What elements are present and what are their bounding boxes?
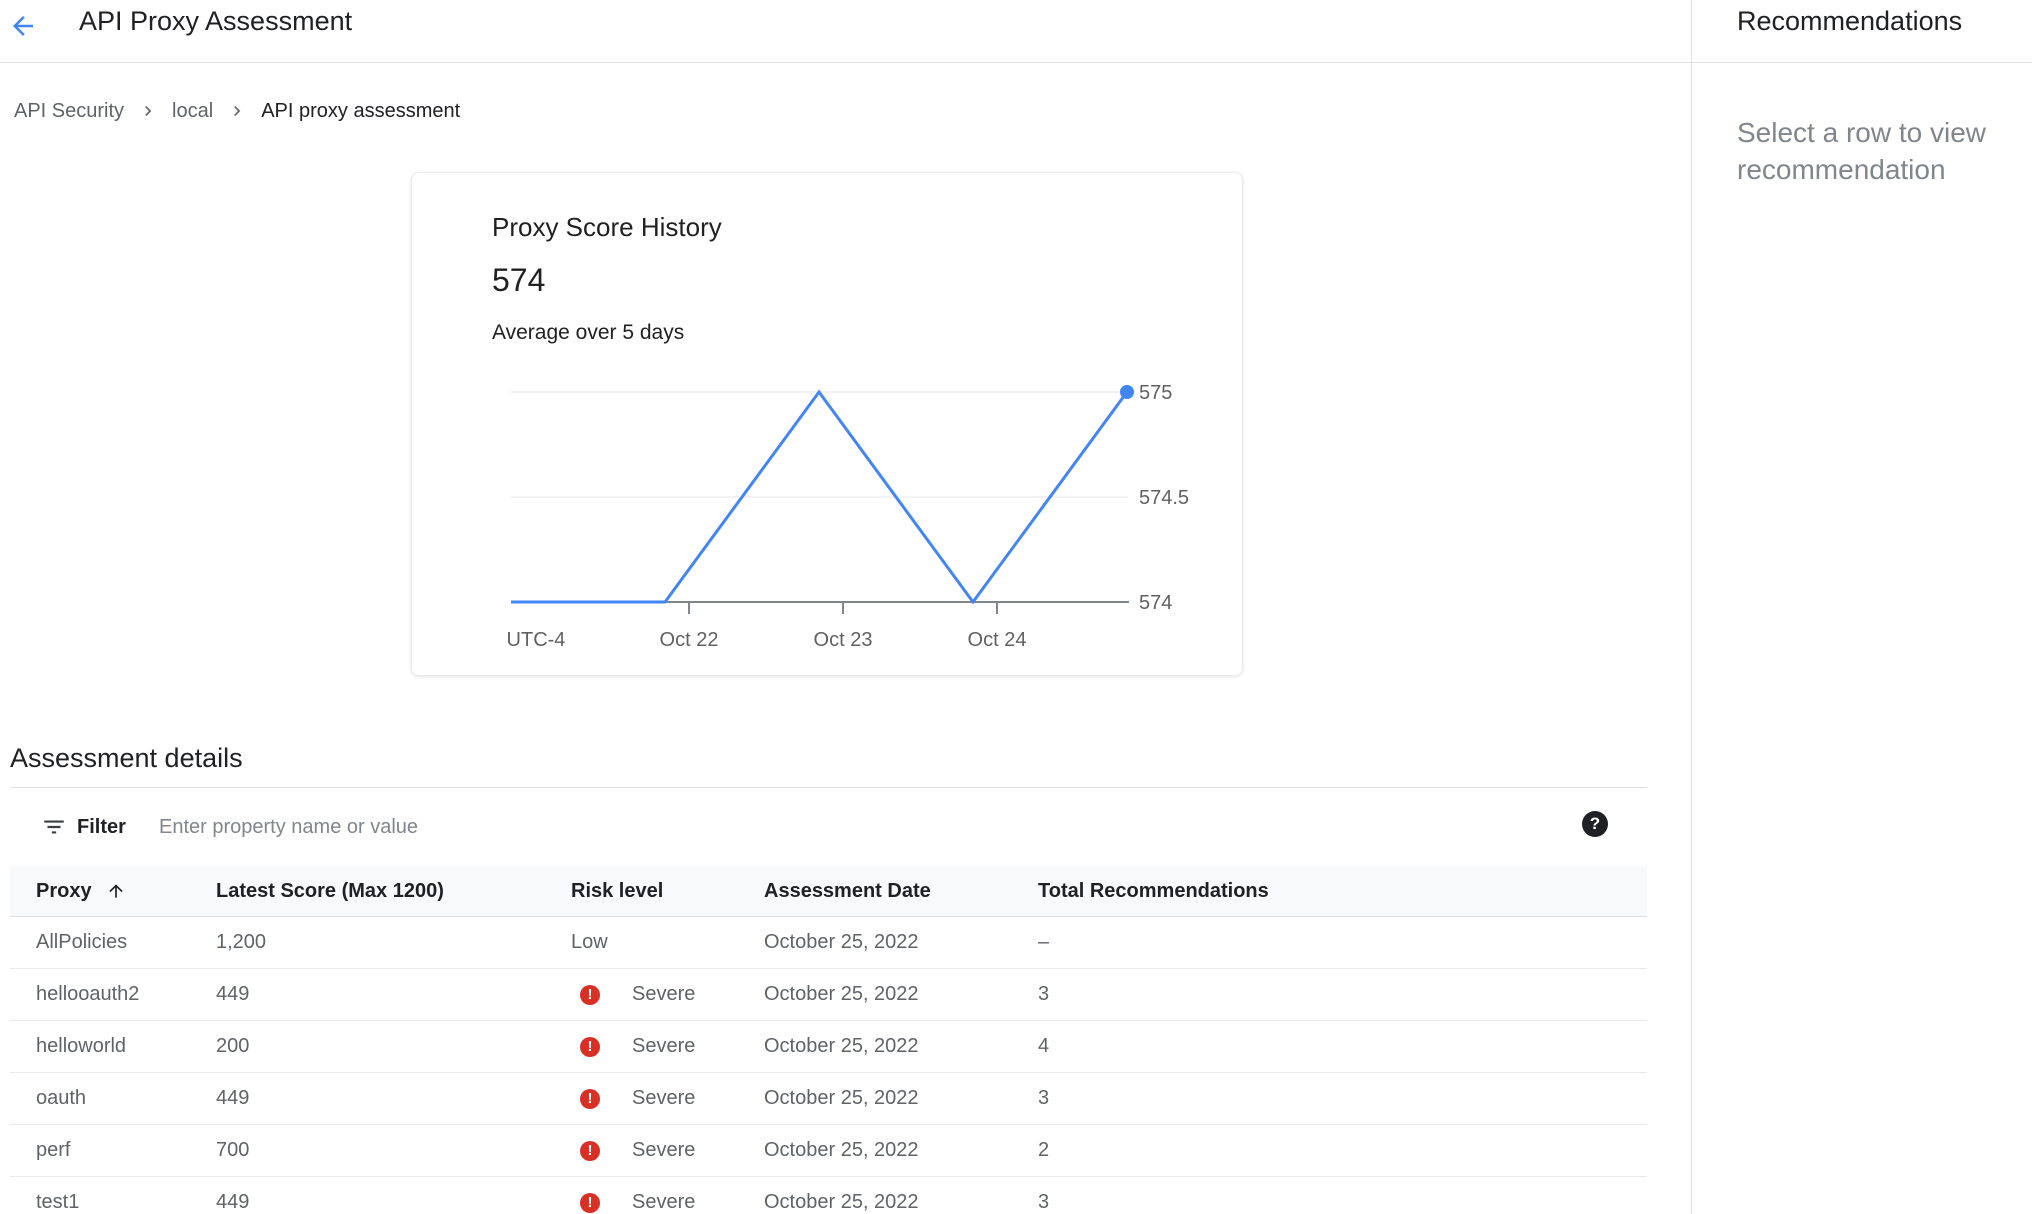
svg-text:575: 575: [1139, 382, 1172, 404]
proxy-name: perf: [36, 1125, 70, 1176]
sort-ascending-icon: [106, 881, 126, 901]
total-recommendations: –: [1038, 917, 1049, 968]
average-score-value: 574: [492, 259, 545, 301]
total-recommendations: 3: [1038, 1177, 1049, 1214]
total-recommendations: 3: [1038, 969, 1049, 1020]
assessment-date: October 25, 2022: [764, 1125, 919, 1176]
table-row[interactable]: hellooauth2 449 Severe October 25, 2022 …: [10, 969, 1647, 1021]
severe-risk-icon: [580, 1037, 600, 1057]
assessment-date: October 25, 2022: [764, 1073, 919, 1124]
header-divider: [0, 62, 2032, 63]
svg-text:574: 574: [1139, 592, 1172, 614]
assessment-date: October 25, 2022: [764, 1021, 919, 1072]
table-header-row: Proxy Latest Score (Max 1200) Risk level…: [10, 866, 1647, 917]
total-recommendations: 2: [1038, 1125, 1049, 1176]
column-header-total-recommendations[interactable]: Total Recommendations: [1038, 866, 1269, 916]
filter-input[interactable]: [159, 810, 1359, 844]
back-button[interactable]: [8, 6, 48, 46]
api-proxy-assessment-page: API Proxy Assessment API Security local …: [0, 0, 2032, 1214]
proxy-score-history-card: Proxy Score History 574 Average over 5 d…: [411, 172, 1243, 676]
assessment-date: October 25, 2022: [764, 1177, 919, 1214]
latest-score: 449: [216, 1073, 249, 1124]
risk-level-cell: Low: [561, 917, 608, 968]
assessment-date: October 25, 2022: [764, 917, 919, 968]
help-icon[interactable]: [1582, 811, 1608, 837]
severe-risk-icon: [580, 1089, 600, 1109]
latest-score: 449: [216, 1177, 249, 1214]
proxy-name: oauth: [36, 1073, 86, 1124]
score-history-line-chart: 575 574.5 574 Oct 22 Oct 23 Oct 24 UTC-4: [412, 373, 1244, 663]
risk-level-cell: Severe: [561, 1021, 695, 1072]
card-title: Proxy Score History: [492, 210, 722, 244]
panel-divider: [1691, 0, 1692, 1214]
risk-level-label: Severe: [632, 1035, 695, 1058]
column-header-assessment-date[interactable]: Assessment Date: [764, 866, 931, 916]
svg-text:574.5: 574.5: [1139, 487, 1189, 509]
column-header-proxy[interactable]: Proxy: [36, 866, 126, 916]
breadcrumb-item-local[interactable]: local: [172, 98, 213, 124]
card-subtitle: Average over 5 days: [492, 319, 684, 347]
latest-score: 200: [216, 1021, 249, 1072]
total-recommendations: 3: [1038, 1073, 1049, 1124]
risk-level-cell: Severe: [561, 1177, 695, 1214]
latest-score: 449: [216, 969, 249, 1020]
breadcrumb-item-current: API proxy assessment: [261, 98, 460, 124]
breadcrumb: API Security local API proxy assessment: [14, 98, 460, 124]
assessment-table: Proxy Latest Score (Max 1200) Risk level…: [10, 866, 1647, 1214]
breadcrumb-item-api-security[interactable]: API Security: [14, 98, 124, 124]
arrow-back-icon: [8, 11, 48, 41]
svg-text:Oct 24: Oct 24: [968, 629, 1027, 651]
filter-label: Filter: [77, 812, 126, 842]
chevron-right-icon: [138, 101, 158, 121]
risk-level-label: Severe: [632, 983, 695, 1006]
svg-text:Oct 23: Oct 23: [814, 629, 873, 651]
table-row[interactable]: helloworld 200 Severe October 25, 2022 4: [10, 1021, 1647, 1073]
risk-level-label: Severe: [632, 1139, 695, 1162]
proxy-name: hellooauth2: [36, 969, 139, 1020]
risk-level-cell: Severe: [561, 1073, 695, 1124]
risk-level-label: Severe: [632, 1191, 695, 1214]
column-header-latest-score[interactable]: Latest Score (Max 1200): [216, 866, 444, 916]
table-row[interactable]: oauth 449 Severe October 25, 2022 3: [10, 1073, 1647, 1125]
svg-text:Oct 22: Oct 22: [660, 629, 719, 651]
assessment-date: October 25, 2022: [764, 969, 919, 1020]
risk-level-cell: Severe: [561, 1125, 695, 1176]
chevron-right-icon: [227, 101, 247, 121]
risk-level-label: Severe: [632, 1087, 695, 1110]
severe-risk-icon: [580, 1193, 600, 1213]
assessment-details-heading: Assessment details: [10, 740, 243, 776]
risk-level-label: Low: [571, 931, 608, 954]
table-row[interactable]: test1 449 Severe October 25, 2022 3: [10, 1177, 1647, 1214]
proxy-name: AllPolicies: [36, 917, 127, 968]
proxy-name: test1: [36, 1177, 79, 1214]
latest-score: 1,200: [216, 917, 266, 968]
filter-list-icon: [41, 814, 67, 840]
risk-level-cell: Severe: [561, 969, 695, 1020]
severe-risk-icon: [580, 985, 600, 1005]
page-title: API Proxy Assessment: [79, 2, 352, 40]
table-row[interactable]: AllPolicies 1,200 Low October 25, 2022 –: [10, 917, 1647, 969]
recommendations-panel-title: Recommendations: [1737, 2, 1962, 40]
latest-score: 700: [216, 1125, 249, 1176]
column-header-risk-level[interactable]: Risk level: [561, 866, 663, 916]
recommendations-empty-message: Select a row to view recommendation: [1737, 114, 2032, 188]
proxy-name: helloworld: [36, 1021, 126, 1072]
table-row[interactable]: perf 700 Severe October 25, 2022 2: [10, 1125, 1647, 1177]
total-recommendations: 4: [1038, 1021, 1049, 1072]
severe-risk-icon: [580, 1141, 600, 1161]
filter-bar: Filter: [10, 787, 1647, 866]
svg-text:UTC-4: UTC-4: [507, 629, 566, 651]
